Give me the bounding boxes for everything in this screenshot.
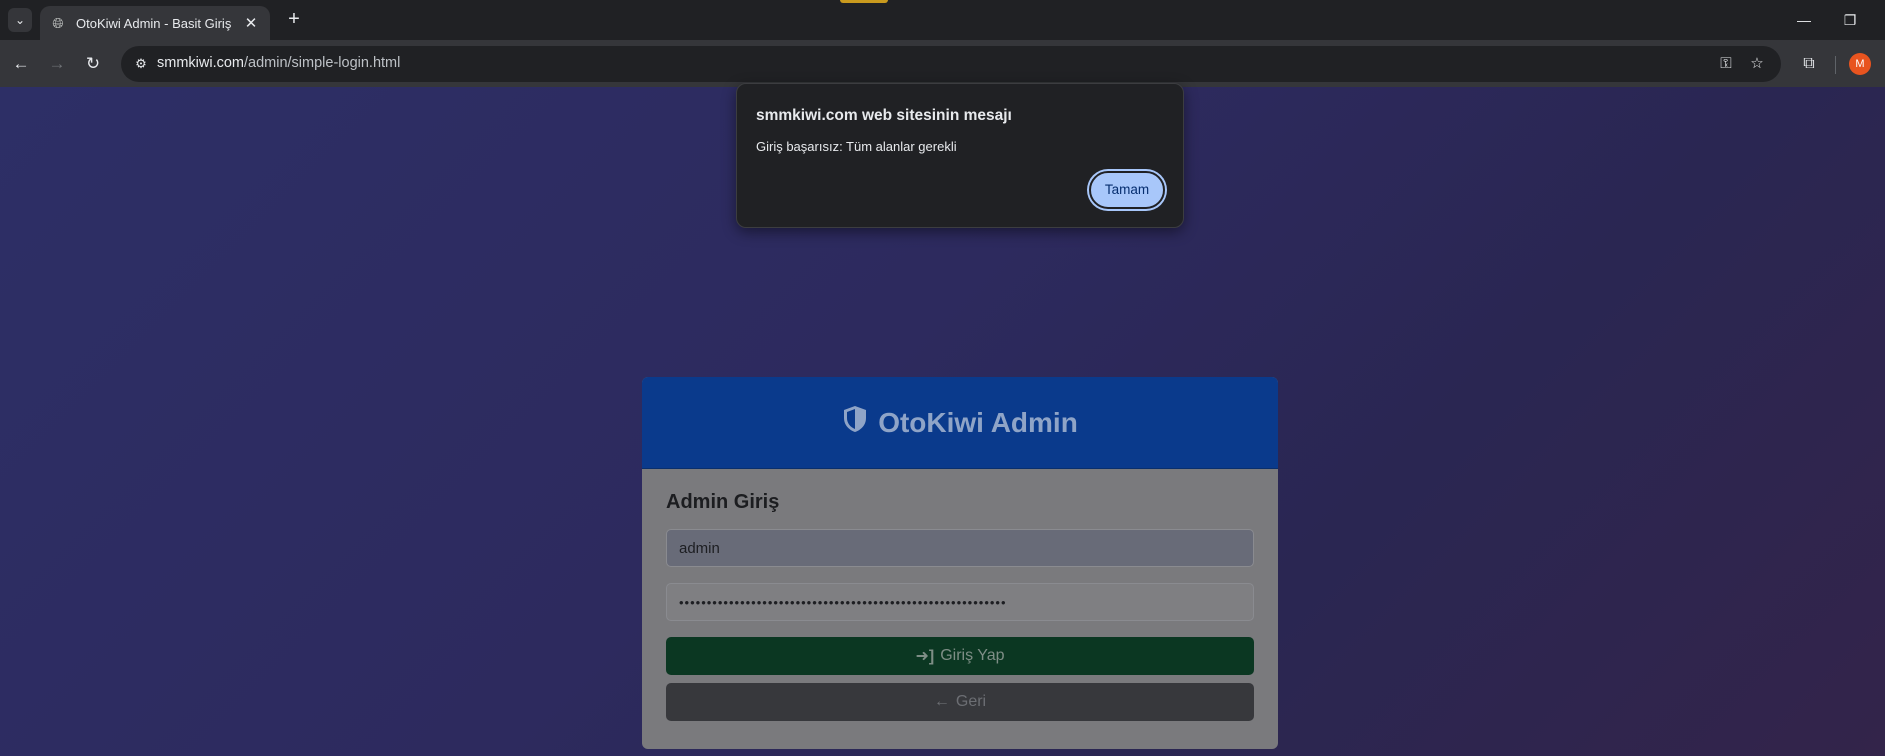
password-input[interactable]: ••••••••••••••••••••••••••••••••••••••••… (666, 583, 1254, 621)
close-tab-icon[interactable]: ✕ (242, 14, 260, 32)
minimize-icon[interactable]: — (1792, 8, 1816, 32)
shield-icon (842, 405, 868, 440)
reload-icon[interactable]: ↻ (80, 51, 106, 77)
chevron-down-icon: ⌄ (14, 13, 26, 27)
browser-toolbar: ← → ↻ ⚙ smmkiwi.com/admin/simple-login.h… (0, 40, 1885, 87)
login-button[interactable]: ➜] Giriş Yap (666, 637, 1254, 675)
alert-dialog: smmkiwi.com web sitesinin mesajı Giriş b… (736, 83, 1184, 228)
card-header: OtoKiwi Admin (642, 377, 1278, 469)
back-arrow-icon[interactable]: ← (8, 51, 34, 77)
arrow-left-icon: ← (933, 693, 950, 710)
tab-title: OtoKiwi Admin - Basit Giriş (76, 15, 232, 31)
tab-search-button[interactable]: ⌄ (8, 8, 32, 32)
dialog-message: Giriş başarısız: Tüm alanlar gerekli (756, 139, 957, 154)
url-host: smmkiwi.com (157, 55, 244, 71)
back-button-label: Geri (955, 693, 987, 710)
new-tab-button[interactable]: + (282, 8, 306, 32)
tab-strip-indicator (840, 0, 888, 3)
address-bar[interactable]: ⚙ smmkiwi.com/admin/simple-login.html ⚿ … (121, 46, 1781, 82)
toolbar-separator (1835, 56, 1836, 74)
dialog-title: smmkiwi.com web sitesinin mesajı (756, 107, 1012, 124)
globe-icon: 🌐︎ (52, 15, 64, 31)
brand-title: OtoKiwi Admin (878, 406, 1078, 438)
url-path: /admin/simple-login.html (244, 55, 401, 71)
forward-arrow-icon[interactable]: → (44, 51, 70, 77)
sign-in-icon: ➜] (915, 648, 935, 665)
tab-strip: ⌄ 🌐︎ OtoKiwi Admin - Basit Giriş ✕ + — ❐ (0, 0, 1885, 40)
login-heading: Admin Giriş (666, 491, 780, 513)
extensions-icon[interactable]: ⧉ (1797, 52, 1821, 76)
avatar[interactable]: M (1849, 53, 1871, 75)
key-icon[interactable]: ⚿ (1716, 54, 1736, 74)
dialog-ok-button[interactable]: Tamam (1089, 171, 1165, 209)
star-icon[interactable]: ☆ (1747, 54, 1767, 74)
browser-tab[interactable]: 🌐︎ OtoKiwi Admin - Basit Giriş ✕ (40, 6, 270, 40)
back-button[interactable]: ← Geri (666, 683, 1254, 721)
username-input[interactable]: admin (666, 529, 1254, 567)
site-info-icon[interactable]: ⚙ (129, 52, 153, 76)
card-body: Admin Giriş admin ••••••••••••••••••••••… (642, 469, 1278, 749)
url-text[interactable]: smmkiwi.com/admin/simple-login.html (157, 55, 400, 71)
login-card: OtoKiwi Admin Admin Giriş admin ••••••••… (642, 377, 1278, 749)
restore-icon[interactable]: ❐ (1838, 8, 1862, 32)
login-button-label: Giriş Yap (940, 647, 1005, 664)
